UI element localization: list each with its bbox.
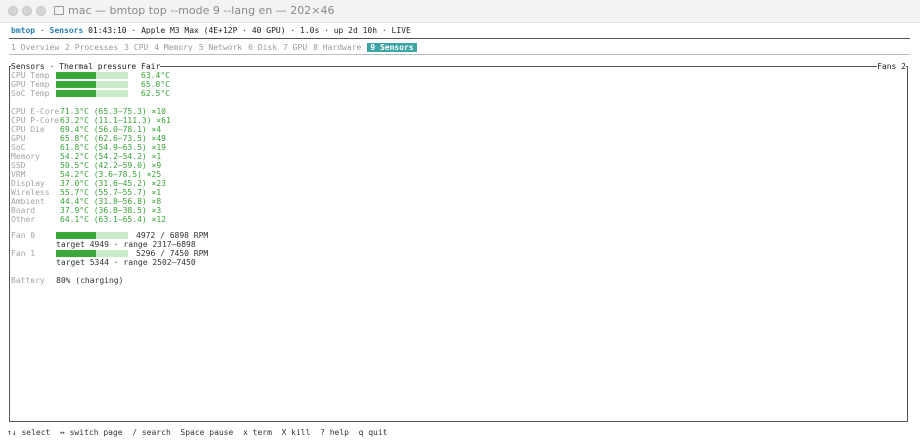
fan-label: Fan 0 (11, 231, 36, 240)
fan-rpm: 4972 / 6898 RPM (136, 231, 209, 240)
sensor-label: Board (11, 206, 36, 215)
temp-bar-fill (56, 72, 97, 79)
fan-bar (56, 250, 128, 257)
sensor-label: Memory (11, 152, 40, 161)
current-page-name: Sensors (49, 26, 84, 35)
sensor-label: SoC (11, 143, 26, 152)
sensor-value: 65.8°C (62.6–73.5) ×49 (60, 134, 166, 143)
temp-bar-fill (56, 81, 97, 88)
sensor-label: Ambient (11, 197, 45, 206)
sensor-value: 50.5°C (42.2–59.0) ×9 (60, 161, 162, 170)
app-brand: bmtop (11, 26, 36, 35)
sensor-label: GPU (11, 134, 26, 143)
temp-label: CPU Temp (11, 71, 50, 80)
tabs-divider (9, 54, 910, 55)
fan-detail: target 4949 · range 2317–6898 (56, 240, 196, 249)
tab-overview[interactable]: 1 Overview (11, 43, 59, 52)
tab-sensors[interactable]: 9 Sensors (367, 43, 417, 52)
temp-bar (56, 81, 128, 88)
header-divider (9, 38, 910, 39)
sensor-value: 37.0°C (31.6–45.2) ×23 (60, 179, 166, 188)
sensor-value: 37.9°C (36.8–38.5) ×3 (60, 206, 162, 215)
folder-icon (54, 6, 64, 15)
tab-processes[interactable]: 2 Processes (65, 43, 118, 52)
sensor-label: CPU E-Core (11, 107, 60, 116)
sensor-value: 63.2°C (11.1–111.3) ×61 (60, 116, 171, 125)
tab-memory[interactable]: 4 Memory (154, 43, 193, 52)
temp-bar-fill (56, 90, 97, 97)
sensor-value: 61.8°C (54.9–63.5) ×19 (60, 143, 166, 152)
close-window-button[interactable] (8, 6, 18, 16)
header-status: 01:43:10 · Apple M3 Max (4E+12P · 40 GPU… (83, 26, 411, 35)
temp-value: 62.5°C (141, 89, 170, 98)
fan-label: Fan 1 (11, 249, 36, 258)
status-header: bmtop · Sensors 01:43:10 · Apple M3 Max … (11, 26, 411, 35)
window-titlebar: mac — bmtop top --mode 9 --lang en — 202… (0, 0, 920, 23)
sensor-value: 69.4°C (56.0–78.1) ×4 (60, 125, 162, 134)
temp-bar (56, 72, 128, 79)
temp-label: GPU Temp (11, 80, 50, 89)
sensor-value: 55.7°C (55.7–55.7) ×1 (60, 188, 162, 197)
sensors-panel: Sensors · Thermal pressure Fair Fans 2 C… (9, 62, 908, 422)
temp-label: SoC Temp (11, 89, 50, 98)
tab-cpu[interactable]: 3 CPU (124, 43, 148, 52)
fan-bar (56, 232, 128, 239)
panel-fans-title: Fans 2 (877, 62, 906, 71)
sensor-value: 54.2°C (54.2–54.2) ×1 (60, 152, 162, 161)
tab-gpu[interactable]: 7 GPU (283, 43, 307, 52)
sensor-label: Wireless (11, 188, 50, 197)
sensor-label: CPU Die (11, 125, 45, 134)
window-title: mac — bmtop top --mode 9 --lang en — 202… (68, 4, 335, 17)
tab-hardware[interactable]: 8 Hardware (313, 43, 361, 52)
fan-rpm: 5296 / 7450 RPM (136, 249, 209, 258)
sensor-value: 64.1°C (63.1–65.4) ×12 (60, 215, 166, 224)
keybinding-footer: ↑↓ select ↔ switch page / search Space p… (7, 428, 388, 437)
sensor-label: VRM (11, 170, 26, 179)
sensor-value: 44.4°C (31.8–56.8) ×8 (60, 197, 162, 206)
sensor-value: 54.2°C (3.6–78.5) ×25 (60, 170, 162, 179)
sensor-label: CPU P-Core (11, 116, 60, 125)
page-tabs: 1 Overview 2 Processes 3 CPU 4 Memory 5 Netw… (11, 43, 423, 52)
sensor-label: Display (11, 179, 45, 188)
battery-label: Battery (11, 276, 45, 285)
battery-value: 80% (charging) (56, 276, 124, 285)
header-separator: · (35, 26, 50, 35)
temp-value: 63.4°C (141, 71, 170, 80)
fan-bar-fill (56, 250, 97, 257)
temp-value: 65.8°C (141, 80, 170, 89)
tab-disk[interactable]: 6 Disk (248, 43, 277, 52)
fan-bar-fill (56, 232, 97, 239)
temp-bar (56, 90, 128, 97)
tab-network[interactable]: 5 Network (199, 43, 242, 52)
fan-detail: target 5344 · range 2502–7450 (56, 258, 196, 267)
minimize-window-button[interactable] (22, 6, 32, 16)
zoom-window-button[interactable] (36, 6, 46, 16)
sensor-value: 71.3°C (65.3–75.3) ×10 (60, 107, 166, 116)
sensor-label: SSD (11, 161, 26, 170)
panel-title: Sensors · Thermal pressure Fair (11, 62, 161, 71)
sensor-label: Other (11, 215, 36, 224)
